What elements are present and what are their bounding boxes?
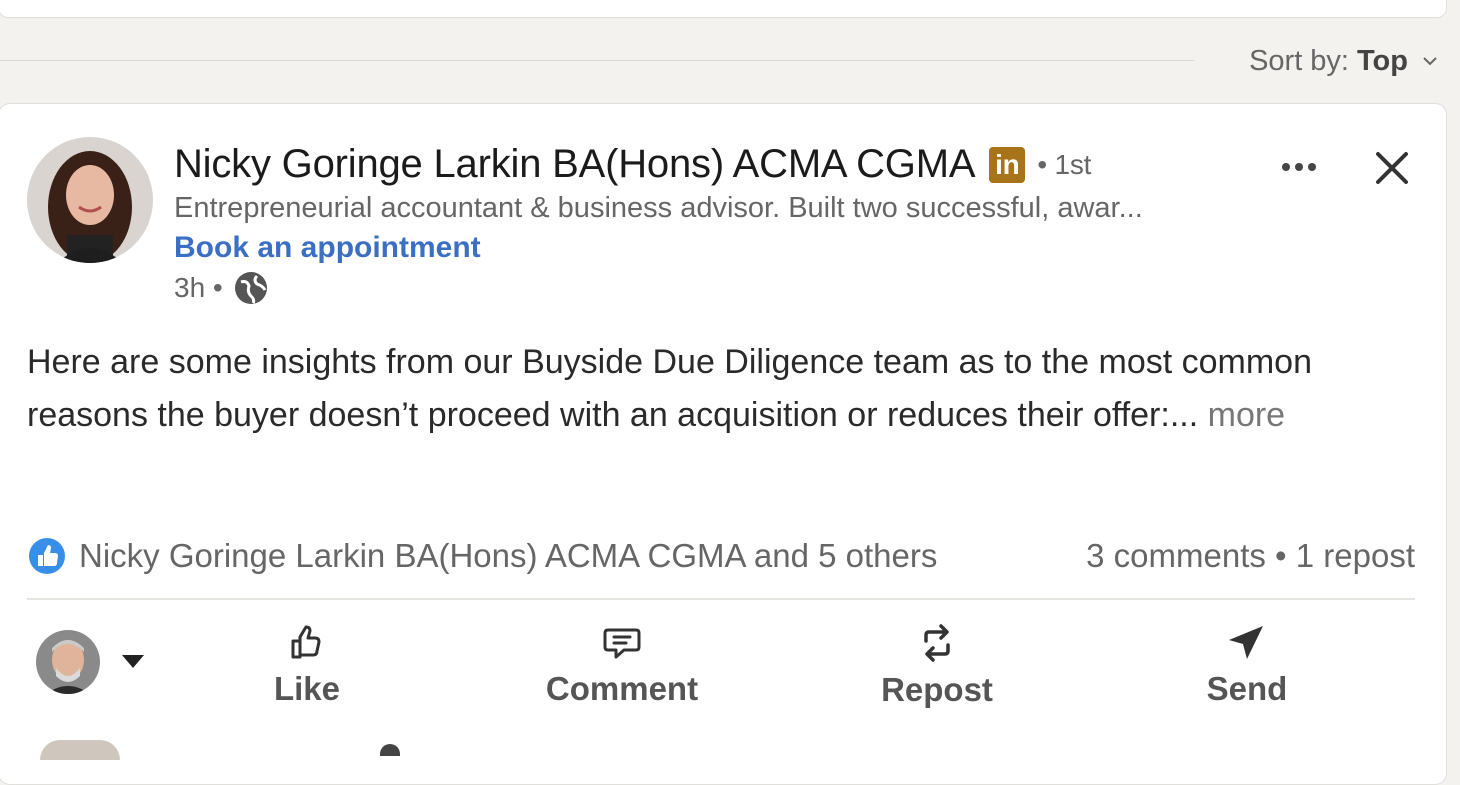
post-actions-bar: Like Comment Repost Send — [27, 608, 1415, 718]
like-label: Like — [273, 670, 341, 707]
send-label: Send — [1206, 670, 1288, 707]
like-button[interactable]: Like — [267, 616, 347, 716]
comment-label: Comment — [545, 670, 699, 707]
author-avatar[interactable] — [27, 137, 153, 263]
post-time: 3h • — [174, 272, 223, 303]
post-text: Here are some insights from our Buyside … — [27, 343, 1312, 434]
globe-icon — [234, 272, 267, 304]
close-icon[interactable] — [1368, 144, 1416, 192]
send-button[interactable]: Send — [1197, 616, 1297, 716]
repost-icon — [924, 624, 950, 662]
sort-label: Sort by: — [1249, 44, 1349, 77]
see-more-button[interactable]: more — [1198, 396, 1285, 434]
author-name[interactable]: Nicky Goringe Larkin BA(Hons) ACMA CGMA — [174, 142, 976, 187]
caret-down-icon[interactable] — [122, 655, 144, 669]
linkedin-icon: in — [989, 146, 1026, 183]
social-counts: Nicky Goringe Larkin BA(Hons) ACMA CGMA … — [27, 530, 1415, 582]
previous-card — [0, 0, 1447, 18]
post-body: Here are some insights from our Buyside … — [27, 336, 1417, 442]
repost-label: Repost — [881, 671, 993, 708]
reactions-count[interactable]: Nicky Goringe Larkin BA(Hons) ACMA CGMA … — [79, 537, 937, 575]
sort-value: Top — [1357, 44, 1408, 77]
divider-line — [0, 60, 1194, 61]
comment-button[interactable]: Comment — [537, 616, 707, 716]
repost-button[interactable]: Repost — [867, 616, 1007, 716]
chevron-down-icon — [1423, 57, 1437, 66]
comments-reposts-count[interactable]: 3 comments • 1 repost — [1086, 537, 1415, 575]
actions-divider — [27, 598, 1415, 600]
like-reaction-icon — [29, 538, 65, 574]
author-headline: Entrepreneurial accountant & business ad… — [174, 192, 1143, 224]
book-appointment-link[interactable]: Book an appointment — [174, 231, 481, 265]
sort-dropdown[interactable]: Sort by: Top — [1249, 44, 1438, 78]
connection-degree: • 1st — [1037, 148, 1092, 180]
avatar[interactable] — [36, 630, 100, 694]
comment-icon — [603, 628, 641, 659]
like-icon — [291, 625, 321, 659]
post-meta: 3h • — [174, 270, 269, 306]
send-icon — [1229, 626, 1263, 659]
author-name-row[interactable]: Nicky Goringe Larkin BA(Hons) ACMA CGMA … — [174, 142, 1091, 187]
next-avatar — [40, 740, 120, 760]
more-icon[interactable] — [1278, 146, 1320, 188]
